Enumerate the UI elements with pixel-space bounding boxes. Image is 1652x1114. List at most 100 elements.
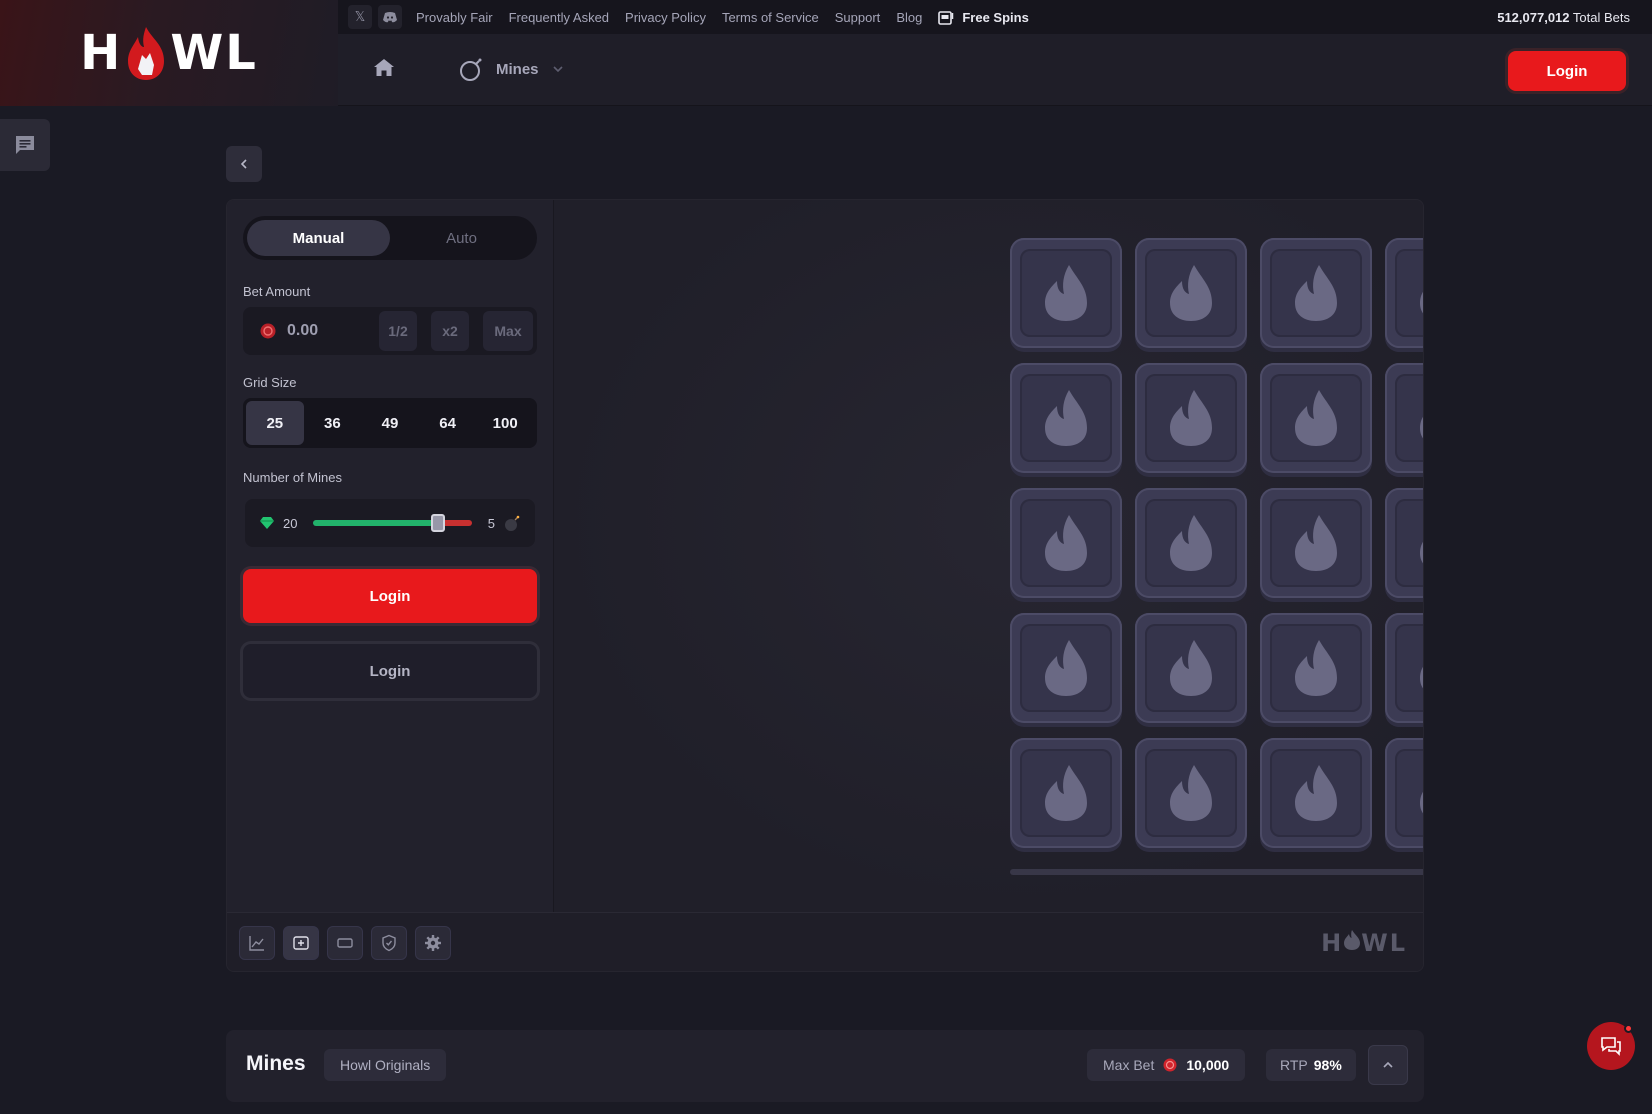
mine-tile[interactable] (1260, 238, 1372, 348)
link-blog[interactable]: Blog (896, 10, 922, 25)
grid-size-selector: 25 36 49 64 100 (243, 398, 537, 448)
flame-icon (1270, 499, 1362, 587)
footer-logo-left: H (1321, 929, 1344, 957)
bet-amount-field[interactable]: 0.00 1/2 x2 Max (243, 307, 537, 355)
grid-size-49[interactable]: 49 (361, 401, 419, 445)
link-faq[interactable]: Frequently Asked (509, 10, 609, 25)
mine-tile[interactable] (1385, 738, 1423, 848)
flame-icon (1145, 249, 1237, 337)
stats-icon[interactable] (239, 926, 275, 960)
grid-size-100[interactable]: 100 (476, 401, 534, 445)
mine-tile[interactable] (1010, 488, 1122, 598)
secondary-login-button[interactable]: Login (243, 644, 537, 698)
bet-login-button[interactable]: Login (243, 569, 537, 623)
flame-icon (1395, 249, 1423, 337)
chat-icon (16, 136, 34, 154)
mine-tile[interactable] (1135, 738, 1247, 848)
x-social-icon[interactable]: 𝕏 (348, 5, 372, 29)
grid-size-36[interactable]: 36 (304, 401, 362, 445)
logo[interactable]: H WL (80, 25, 258, 81)
game-title: Mines (246, 1052, 306, 1075)
max-bet-label: Max Bet (1103, 1057, 1155, 1073)
discord-icon[interactable] (378, 5, 402, 29)
mines-slider-box: 20 5 (245, 499, 535, 547)
chat-bubbles-icon (1601, 1037, 1621, 1056)
collapse-button[interactable] (1368, 1045, 1408, 1085)
rtp-label: RTP (1280, 1057, 1308, 1073)
logo-text-left: H (80, 25, 123, 81)
mine-tile[interactable] (1135, 363, 1247, 473)
flame-icon (1395, 499, 1423, 587)
settings-gear-icon[interactable] (415, 926, 451, 960)
mine-tile[interactable] (1135, 613, 1247, 723)
flame-icon (1020, 374, 1112, 462)
flame-icon (1395, 374, 1423, 462)
mine-tile[interactable] (1010, 613, 1122, 723)
rtp-badge: RTP 98% (1266, 1049, 1356, 1081)
header-login-button[interactable]: Login (1508, 51, 1626, 91)
bet-amount-label: Bet Amount (243, 284, 311, 299)
mine-tile[interactable] (1385, 238, 1423, 348)
top-links-bar: 𝕏 Provably Fair Frequently Asked Privacy… (338, 0, 1652, 34)
footer-logo: H WL (1321, 929, 1407, 957)
mine-tile[interactable] (1135, 238, 1247, 348)
grid-size-64[interactable]: 64 (419, 401, 477, 445)
mine-tile[interactable] (1385, 363, 1423, 473)
logo-text-right: WL (170, 25, 258, 81)
bet-controls: Manual Auto Bet Amount 0.00 1/2 x2 Max G… (227, 200, 554, 912)
bet-half-button[interactable]: 1/2 (379, 311, 417, 351)
game-panel: Manual Auto Bet Amount 0.00 1/2 x2 Max G… (226, 199, 1424, 972)
mine-tile[interactable] (1010, 738, 1122, 848)
link-support[interactable]: Support (835, 10, 881, 25)
notification-dot (1624, 1024, 1633, 1033)
gems-count: 20 (283, 515, 298, 531)
tab-manual[interactable]: Manual (247, 220, 390, 256)
total-bets-value: 512,077,012 (1497, 9, 1570, 25)
mines-slider[interactable] (313, 514, 472, 532)
free-spins-link[interactable]: Free Spins (938, 9, 1029, 25)
coin-icon (260, 323, 276, 339)
flame-icon (1020, 624, 1112, 712)
mine-tile[interactable] (1260, 488, 1372, 598)
progress-bar (1010, 869, 1423, 875)
mine-tile[interactable] (1260, 363, 1372, 473)
theatre-mode-icon[interactable] (327, 926, 363, 960)
logo-area[interactable]: H WL (0, 0, 338, 106)
game-selector-label: Mines (496, 60, 539, 78)
bet-max-button[interactable]: Max (483, 311, 533, 351)
back-button[interactable] (226, 146, 262, 182)
tab-auto[interactable]: Auto (390, 220, 533, 256)
rtp-value: 98% (1313, 1057, 1342, 1073)
mine-tile[interactable] (1385, 613, 1423, 723)
mines-count: 5 (487, 515, 495, 531)
bet-double-button[interactable]: x2 (431, 311, 469, 351)
grid-size-25[interactable]: 25 (246, 401, 304, 445)
coin-icon (1163, 1058, 1177, 1072)
game-selector[interactable]: Mines (458, 56, 565, 82)
mine-tile[interactable] (1385, 488, 1423, 598)
support-chat-button[interactable] (1587, 1022, 1635, 1070)
flame-icon (1020, 749, 1112, 837)
chat-toggle[interactable] (0, 119, 50, 171)
flame-icon (1395, 624, 1423, 712)
mine-tile[interactable] (1135, 488, 1247, 598)
grid-size-label: Grid Size (243, 375, 297, 390)
bet-amount-value[interactable]: 0.00 (287, 322, 369, 340)
link-privacy[interactable]: Privacy Policy (625, 10, 706, 25)
link-provably-fair[interactable]: Provably Fair (416, 10, 493, 25)
home-icon[interactable] (372, 56, 400, 84)
flame-icon (1395, 749, 1423, 837)
flame-icon (1145, 499, 1237, 587)
mine-tile[interactable] (1010, 363, 1122, 473)
add-game-icon[interactable] (283, 926, 319, 960)
flame-icon (1270, 749, 1362, 837)
provider-tag[interactable]: Howl Originals (324, 1049, 447, 1081)
provably-fair-icon[interactable] (371, 926, 407, 960)
mine-tile[interactable] (1260, 613, 1372, 723)
footer-logo-right: WL (1361, 929, 1407, 957)
total-bets: 512,077,012 Total Bets (1497, 10, 1630, 25)
mines-slider-handle[interactable] (430, 514, 445, 532)
mine-tile[interactable] (1260, 738, 1372, 848)
link-terms[interactable]: Terms of Service (722, 10, 819, 25)
mine-tile[interactable] (1010, 238, 1122, 348)
